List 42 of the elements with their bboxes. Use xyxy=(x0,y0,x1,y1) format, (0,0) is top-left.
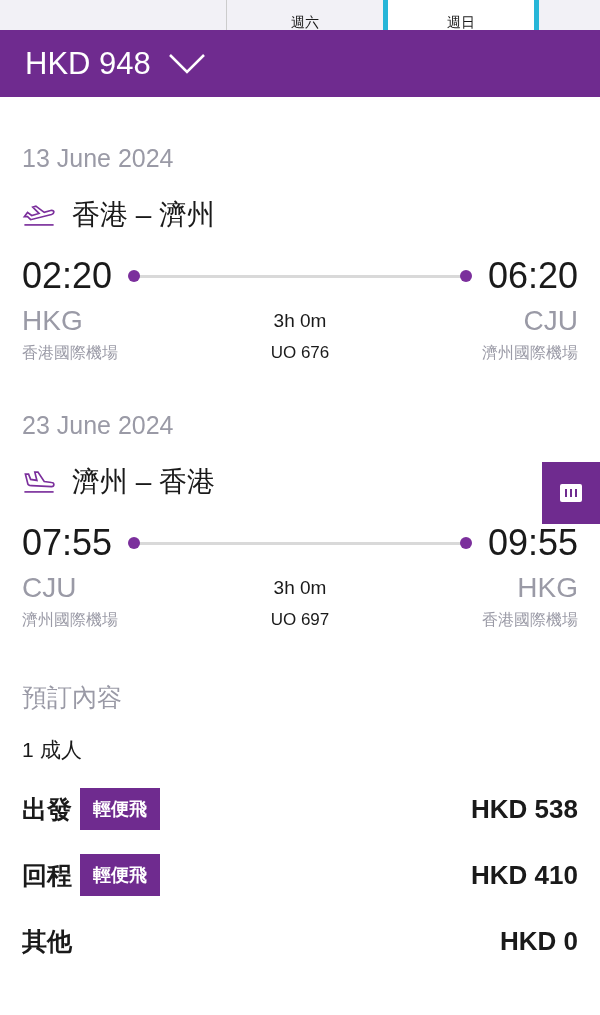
departure-time: 02:20 xyxy=(22,255,113,297)
timeline-dot xyxy=(459,269,472,282)
calendar-button[interactable] xyxy=(542,462,600,524)
route-title: 濟州 – 香港 xyxy=(72,465,216,499)
fare-tag: 輕便飛 xyxy=(80,788,160,830)
day-tab[interactable]: 週日 xyxy=(383,0,539,30)
flight-number: UO 697 xyxy=(269,610,331,631)
arrival-time: 06:20 xyxy=(487,255,578,297)
fare-price: HKD 410 xyxy=(471,859,578,891)
airport-name: 香港國際機場 xyxy=(481,610,578,630)
flight-number: UO 676 xyxy=(269,343,331,364)
fare-price: HKD 0 xyxy=(500,925,578,957)
fare-label: 其他 xyxy=(22,925,72,957)
fare-tag: 輕便飛 xyxy=(80,854,160,896)
total-price[interactable]: HKD 948 xyxy=(25,45,151,82)
day-tab[interactable]: 週六 xyxy=(227,0,383,30)
landing-icon xyxy=(22,470,56,494)
passenger-count: 1 成人 xyxy=(22,737,83,763)
flight-date: 23 June 2024 xyxy=(22,410,175,440)
takeoff-icon xyxy=(22,203,56,227)
airport-name: 香港國際機場 xyxy=(22,343,119,363)
fare-label: 回程 xyxy=(22,859,72,891)
flight-duration: 3h 0m xyxy=(272,577,328,599)
section-title: 預訂內容 xyxy=(22,682,123,713)
flight-date: 13 June 2024 xyxy=(22,143,175,173)
arrival-time: 09:55 xyxy=(487,522,578,564)
columns-icon xyxy=(560,484,582,502)
timeline-dot xyxy=(128,536,141,549)
airport-code: CJU xyxy=(22,572,78,604)
airport-code: CJU xyxy=(522,305,578,337)
departure-time: 07:55 xyxy=(22,522,113,564)
chevron-down-icon[interactable] xyxy=(168,53,205,74)
route-title: 香港 – 濟州 xyxy=(72,198,216,232)
airport-name: 濟州國際機場 xyxy=(22,610,119,630)
timeline-dot xyxy=(459,536,472,549)
airport-name: 濟州國際機場 xyxy=(481,343,578,363)
flight-duration: 3h 0m xyxy=(272,310,328,332)
airport-code: HKG xyxy=(516,572,578,604)
fare-label: 出發 xyxy=(22,793,72,825)
airport-code: HKG xyxy=(22,305,84,337)
fare-price: HKD 538 xyxy=(471,793,578,825)
timeline-dot xyxy=(128,269,141,282)
